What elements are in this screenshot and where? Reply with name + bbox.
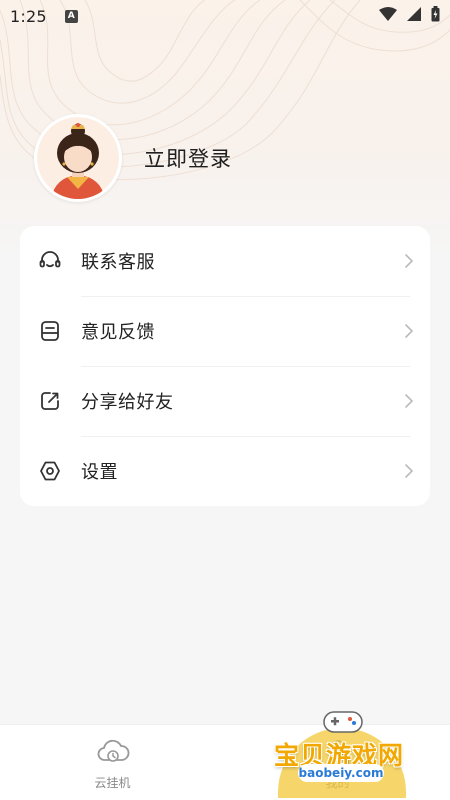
menu-item-label: 意见反馈 xyxy=(81,322,155,343)
login-link[interactable]: 立即登录 xyxy=(144,143,232,173)
menu-item-contact-service[interactable]: 联系客服 xyxy=(20,226,430,296)
headset-icon xyxy=(39,251,61,268)
avatar[interactable] xyxy=(34,114,122,202)
chevron-right-icon xyxy=(405,324,414,338)
status-time: 1:25 xyxy=(10,6,47,26)
tab-cloud-hangup[interactable]: 云挂机 xyxy=(0,725,225,800)
profile-section[interactable]: 立即登录 xyxy=(34,114,232,202)
chevron-right-icon xyxy=(405,464,414,478)
menu-item-settings[interactable]: 设置 xyxy=(20,436,430,506)
cloud-clock-icon xyxy=(97,739,130,762)
notification-badge: A xyxy=(64,9,78,23)
chevron-right-icon xyxy=(405,394,414,408)
menu-item-label: 联系客服 xyxy=(81,252,155,273)
battery-icon xyxy=(431,6,440,22)
wifi-icon xyxy=(379,7,397,21)
status-bar: 1:25 A xyxy=(0,0,450,32)
menu-item-feedback[interactable]: 意见反馈 xyxy=(20,296,430,366)
menu-card: 联系客服 意见反馈 分享给好友 设置 xyxy=(20,226,430,506)
watermark-logo: 宝贝游戏网 baobeiy.com xyxy=(270,706,430,798)
watermark-url: baobeiy.com xyxy=(298,764,384,782)
gamepad-icon xyxy=(323,711,363,733)
menu-item-label: 分享给好友 xyxy=(81,392,174,413)
tab-label: 云挂机 xyxy=(94,776,131,790)
signal-icon xyxy=(407,7,421,21)
avatar-girl-illustration xyxy=(37,117,119,199)
menu-item-label: 设置 xyxy=(81,462,118,483)
settings-hexagon-icon xyxy=(40,461,60,481)
feedback-icon xyxy=(41,321,59,341)
status-icons xyxy=(379,6,440,22)
chevron-right-icon xyxy=(405,254,414,268)
share-icon xyxy=(41,392,59,410)
menu-item-share[interactable]: 分享给好友 xyxy=(20,366,430,436)
